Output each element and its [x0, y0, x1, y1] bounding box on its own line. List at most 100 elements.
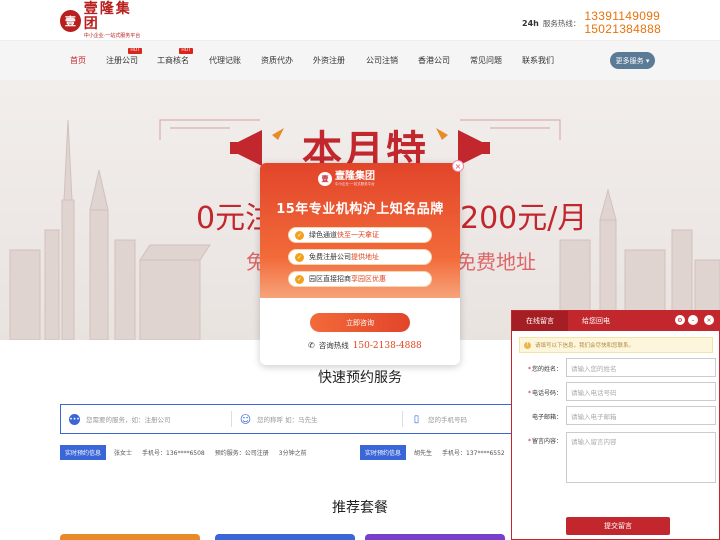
- minimize-icon[interactable]: –: [688, 315, 698, 325]
- nav-item-name-check[interactable]: 工商核名 HOT: [157, 48, 193, 66]
- logo-slogan: 中小企业·一站式服务平台: [83, 33, 141, 39]
- nav-item-faq[interactable]: 常见问题: [470, 55, 502, 66]
- banner-sub-right: 免费地址: [456, 250, 536, 274]
- nav-label: 香港公司: [418, 56, 450, 65]
- reservation-phone: 手机号：136****6508: [142, 450, 205, 457]
- nav-label: 公司注销: [366, 56, 398, 65]
- site-header: 壹 壹隆集团 中小企业·一站式服务平台 24h 服务热线： 1339114909…: [0, 0, 720, 40]
- phone-input[interactable]: 请输入电话号码: [566, 382, 716, 401]
- modal-logo: 壹 壹隆集团 中小企业·一站式服务平台: [318, 171, 375, 187]
- service-field[interactable]: ••• 您需要的服务，如：注册公司: [61, 405, 231, 433]
- modal-features: ✓ 绿色通道 快至一天拿证 ✓ 免费注册公司 提供地址 ✓ 园区直接招商 享园区优惠: [288, 227, 432, 293]
- hot-badge: HOT: [179, 48, 193, 54]
- nav-label: 常见问题: [470, 56, 502, 65]
- required-mark: *: [527, 438, 531, 445]
- consult-now-button[interactable]: 立即咨询: [310, 313, 410, 332]
- check-icon: ✓: [295, 230, 304, 240]
- modal-logo-seal-icon: 壹: [318, 172, 332, 186]
- label-text: 电子邮箱：: [531, 414, 562, 421]
- hotline-number-2[interactable]: 15021384888: [584, 23, 661, 36]
- logo-name: 壹隆集团: [83, 1, 132, 32]
- settings-icon[interactable]: ⚙: [675, 315, 685, 325]
- banner-price-right: 200元/月: [460, 201, 588, 236]
- feature-text: 绿色通道: [309, 231, 337, 239]
- modal-hotline-label: 咨询热线: [318, 341, 349, 350]
- more-services-button[interactable]: 更多服务 ▾: [610, 52, 655, 69]
- modal-logo-slogan: 中小企业·一站式服务平台: [335, 182, 375, 186]
- modal-close-icon[interactable]: ×: [452, 160, 464, 172]
- nav-item-qualification[interactable]: 资质代办: [261, 55, 293, 66]
- check-icon: ✓: [295, 274, 304, 284]
- feature-item: ✓ 绿色通道 快至一天拿证: [288, 227, 432, 243]
- feature-item: ✓ 免费注册公司 提供地址: [288, 249, 432, 265]
- nav-item-contact[interactable]: 联系我们: [522, 55, 554, 66]
- nav-label: 资质代办: [261, 56, 293, 65]
- email-input[interactable]: 请输入电子邮箱: [566, 406, 716, 425]
- modal-header: 壹 壹隆集团 中小企业·一站式服务平台 15年专业机构沪上知名品牌 ✓ 绿色通道…: [260, 163, 460, 298]
- nav-label: 注册公司: [106, 56, 138, 65]
- feature-item: ✓ 园区直接招商 享园区优惠: [288, 271, 432, 287]
- hotline-numbers: 13391149099 15021384888: [584, 10, 661, 36]
- phone-input[interactable]: 您的手机号码: [428, 414, 467, 424]
- message-notice: ! 请填写以下信息，我们会尽快和您联系。: [519, 337, 713, 353]
- nav-label: 代理记账: [209, 56, 241, 65]
- required-mark: *: [527, 390, 531, 397]
- package-card[interactable]: [60, 534, 200, 540]
- content-label: *留言内容：: [516, 436, 562, 445]
- notice-text: 请填写以下信息，我们会尽快和您联系。: [535, 343, 635, 349]
- feature-highlight: 享园区优惠: [351, 275, 386, 283]
- site-logo[interactable]: 壹 壹隆集团 中小企业·一站式服务平台: [60, 2, 144, 39]
- feature-highlight: 提供地址: [351, 253, 379, 261]
- label-text: 您的姓名：: [531, 366, 562, 373]
- reservation-name: 胡先生: [414, 450, 433, 457]
- 24h-service-icon: 24h: [522, 18, 539, 28]
- live-reservations-right: 实时预约信息 胡先生 手机号：137****6552: [360, 445, 515, 460]
- nav-item-deregistration[interactable]: 公司注销: [366, 55, 398, 66]
- nav-item-foreign-registration[interactable]: 外资注册: [313, 55, 345, 66]
- nav-item-hongkong-company[interactable]: 香港公司: [418, 55, 450, 66]
- reservation-service: 预约服务：公司注册: [214, 450, 269, 457]
- package-card[interactable]: [365, 534, 505, 540]
- live-reservation-tag: 实时预约信息: [60, 445, 107, 460]
- phone-icon: ▯: [413, 413, 420, 425]
- promo-modal: 壹 壹隆集团 中小企业·一站式服务平台 15年专业机构沪上知名品牌 ✓ 绿色通道…: [260, 163, 460, 365]
- phone-label: *电话号码：: [516, 388, 562, 397]
- message-widget-header: 在线留言 给您回电 ⚙ – ×: [512, 311, 719, 331]
- info-icon: !: [524, 341, 531, 349]
- service-input[interactable]: 您需要的服务，如：注册公司: [86, 414, 171, 424]
- header-hotline: 24h 服务热线： 13391149099 15021384888: [522, 10, 661, 36]
- name-input[interactable]: 请输入您的姓名: [566, 358, 716, 377]
- modal-headline: 15年专业机构沪上知名品牌: [276, 202, 444, 217]
- logo-seal-icon: 壹: [60, 10, 81, 32]
- feature-text: 免费注册公司: [309, 253, 351, 261]
- package-card[interactable]: [215, 534, 355, 540]
- name-label: *您的姓名：: [516, 364, 562, 373]
- modal-logo-name: 壹隆集团: [335, 171, 375, 182]
- close-icon[interactable]: ×: [704, 315, 714, 325]
- chat-icon: •••: [69, 413, 80, 425]
- nav-item-bookkeeping[interactable]: 代理记账: [209, 55, 241, 66]
- modal-hotline: ✆ 咨询热线 150-2138-4888: [308, 340, 422, 351]
- submit-message-button[interactable]: 提交留言: [566, 517, 670, 535]
- tab-call-back[interactable]: 给您回电: [568, 311, 624, 331]
- nav-item-register-company[interactable]: 注册公司 HOT: [106, 48, 142, 66]
- modal-hotline-number[interactable]: 150-2138-4888: [353, 341, 422, 351]
- content-textarea[interactable]: 请输入留言内容: [566, 432, 716, 483]
- feature-text: 园区直接招商: [309, 275, 351, 283]
- required-mark: *: [527, 366, 531, 373]
- tab-online-message[interactable]: 在线留言: [512, 311, 568, 331]
- nav-label: 首页: [70, 56, 86, 65]
- reservation-name: 张女士: [114, 450, 133, 457]
- user-icon: ☺: [239, 412, 252, 426]
- live-reservation-tag: 实时预约信息: [360, 445, 407, 460]
- nav-item-home[interactable]: 首页: [70, 55, 86, 66]
- logo-text: 壹隆集团 中小企业·一站式服务平台: [84, 2, 144, 40]
- label-text: 留言内容：: [531, 438, 562, 445]
- name-input[interactable]: 您的称呼 如：马先生: [257, 414, 318, 424]
- feature-highlight: 快至一天拿证: [337, 231, 379, 239]
- label-text: 电话号码：: [531, 390, 562, 397]
- nav-label: 工商核名: [157, 56, 189, 65]
- hotline-label: 服务热线：: [542, 18, 581, 28]
- modal-logo-text: 壹隆集团 中小企业·一站式服务平台: [335, 171, 375, 187]
- name-field[interactable]: ☺ 您的称呼 如：马先生: [232, 405, 402, 433]
